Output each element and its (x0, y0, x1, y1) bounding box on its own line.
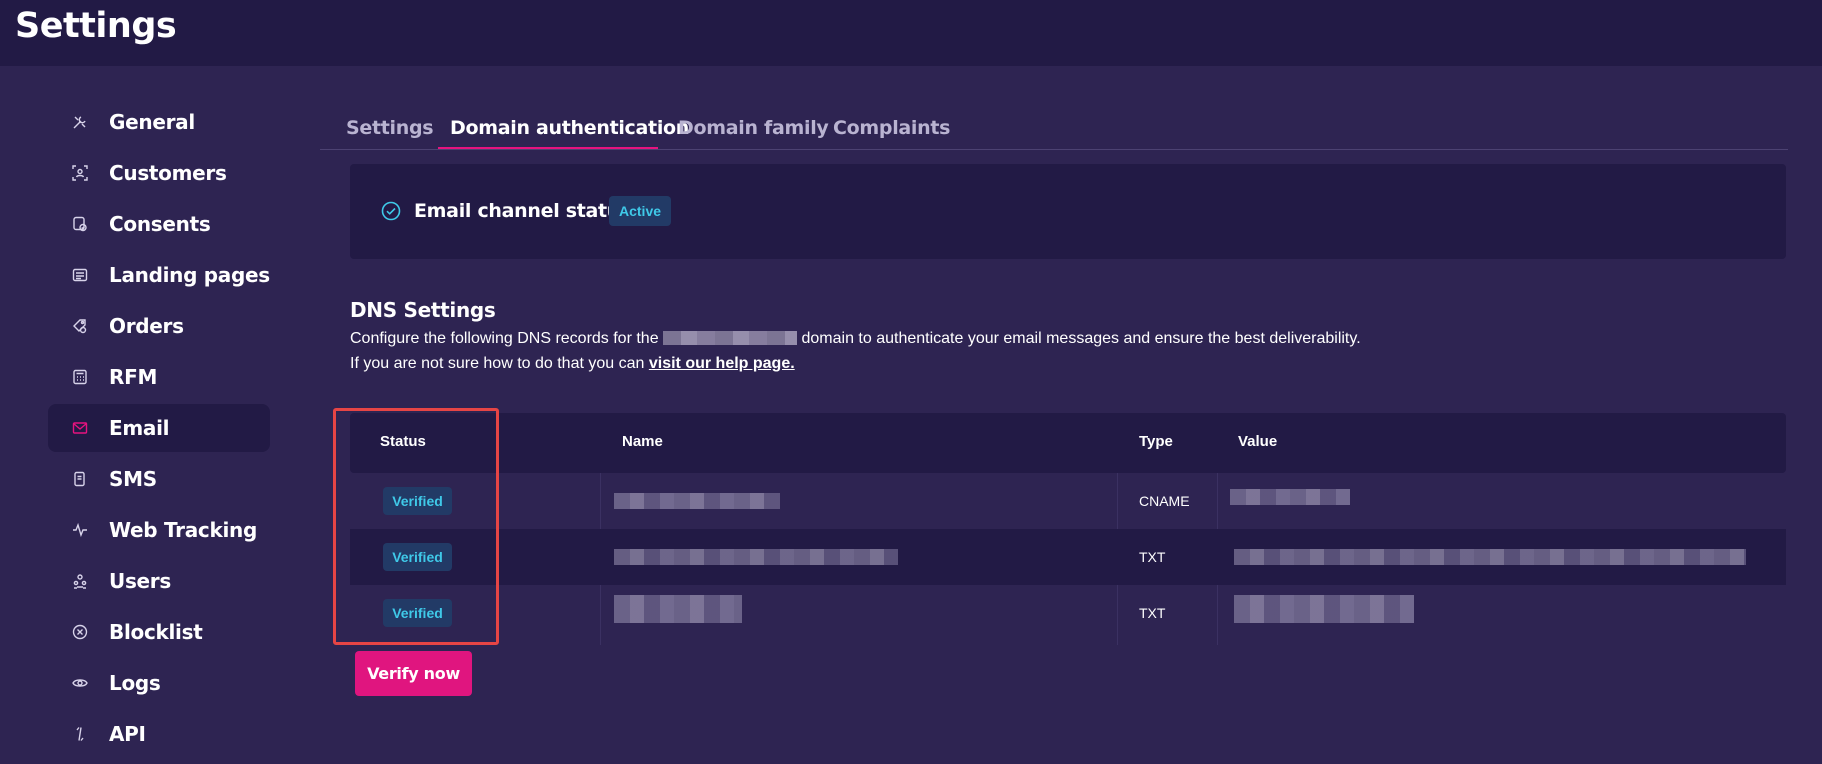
column-header-status: Status (380, 433, 426, 450)
check-circle-icon (381, 201, 401, 221)
tab-complaints[interactable]: Complaints (833, 117, 950, 139)
dns-settings-title: DNS Settings (350, 298, 496, 322)
sidebar-item-consents[interactable]: Consents (48, 200, 270, 248)
landing-page-icon (71, 266, 89, 284)
verified-badge: Verified (383, 487, 452, 515)
users-icon (71, 572, 89, 590)
table-row: Verified TXT (350, 529, 1786, 585)
table-row: Verified TXT (350, 585, 1786, 641)
redacted-domain (663, 331, 798, 345)
sidebar-item-customers[interactable]: Customers (48, 149, 270, 197)
column-header-type: Type (1139, 433, 1173, 450)
redacted-value (1230, 489, 1350, 505)
sidebar-item-sms[interactable]: SMS (48, 455, 270, 503)
rfm-icon (71, 368, 89, 386)
record-type: TXT (1139, 605, 1166, 621)
tab-bar: Settings Domain authentication Domain fa… (320, 110, 1788, 150)
sidebar-item-logs[interactable]: Logs (48, 659, 270, 707)
tab-domain-authentication[interactable]: Domain authentication (450, 117, 689, 139)
sidebar-item-label: Orders (109, 314, 184, 338)
sidebar-item-label: Logs (109, 671, 161, 695)
dns-help-text: If you are not sure how to do that you c… (350, 355, 795, 373)
dns-description: Configure the following DNS records for … (350, 330, 1361, 348)
sidebar-item-label: Blocklist (109, 620, 203, 644)
tools-icon (71, 113, 89, 131)
sidebar-item-label: Landing pages (109, 263, 270, 287)
table-row: Verified CNAME (350, 473, 1786, 529)
redacted-name (614, 549, 898, 565)
redacted-name (614, 595, 742, 623)
help-text: If you are not sure how to do that you c… (350, 355, 645, 372)
page-title: Settings (15, 6, 177, 46)
email-icon (71, 419, 89, 437)
verified-badge: Verified (383, 543, 452, 571)
sidebar: General Customers Consents Landing pages… (48, 98, 270, 761)
sidebar-item-label: RFM (109, 365, 158, 389)
eye-icon (71, 674, 89, 692)
sidebar-item-rfm[interactable]: RFM (48, 353, 270, 401)
record-type: TXT (1139, 549, 1166, 565)
sidebar-item-blocklist[interactable]: Blocklist (48, 608, 270, 656)
verified-badge: Verified (383, 599, 452, 627)
redacted-value (1234, 549, 1746, 565)
consent-icon (71, 215, 89, 233)
customer-icon (71, 164, 89, 182)
verify-now-button[interactable]: Verify now (355, 651, 472, 696)
sidebar-item-landing-pages[interactable]: Landing pages (48, 251, 270, 299)
sidebar-item-label: Customers (109, 161, 227, 185)
orders-icon (71, 317, 89, 335)
top-bar: Settings (0, 0, 1822, 66)
sidebar-item-label: Web Tracking (109, 518, 257, 542)
sidebar-item-web-tracking[interactable]: Web Tracking (48, 506, 270, 554)
blocklist-icon (71, 623, 89, 641)
redacted-name (614, 493, 780, 509)
email-channel-status-card: Email channel status Active (350, 164, 1786, 259)
sidebar-item-label: Consents (109, 212, 211, 236)
sidebar-item-api[interactable]: API (48, 710, 270, 758)
sidebar-item-label: General (109, 110, 195, 134)
redacted-value (1234, 595, 1414, 623)
sidebar-item-label: API (109, 722, 146, 746)
dns-description-start: Configure the following DNS records for … (350, 330, 659, 347)
record-type: CNAME (1139, 493, 1190, 509)
web-tracking-icon (71, 521, 89, 539)
sidebar-item-label: SMS (109, 467, 157, 491)
table-header: Status Name Type Value (350, 413, 1786, 473)
sidebar-item-orders[interactable]: Orders (48, 302, 270, 350)
sidebar-item-general[interactable]: General (48, 98, 270, 146)
sidebar-item-label: Users (109, 569, 171, 593)
column-header-value: Value (1238, 433, 1278, 450)
tab-domain-family[interactable]: Domain family (678, 117, 829, 139)
column-header-name: Name (622, 433, 663, 450)
dns-records-table: Status Name Type Value Verified CNAME Ve… (350, 413, 1786, 645)
tab-settings[interactable]: Settings (346, 117, 434, 139)
help-page-link[interactable]: visit our help page. (649, 355, 795, 372)
dns-description-end: domain to authenticate your email messag… (801, 330, 1361, 347)
active-tab-indicator (438, 147, 658, 149)
status-badge: Active (609, 196, 672, 226)
status-label: Email channel status (414, 200, 632, 222)
api-icon (71, 725, 89, 743)
sidebar-item-users[interactable]: Users (48, 557, 270, 605)
sms-icon (71, 470, 89, 488)
sidebar-item-email[interactable]: Email (48, 404, 270, 452)
sidebar-item-label: Email (109, 416, 170, 440)
